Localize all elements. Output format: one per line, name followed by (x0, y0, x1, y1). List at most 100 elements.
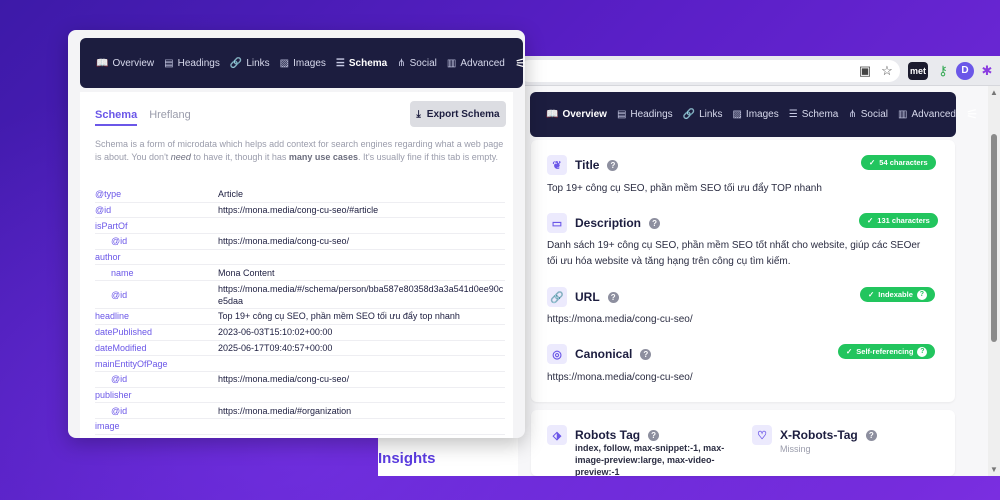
right-tab-overview[interactable]: 📖 Overview (546, 109, 607, 120)
image-icon: ▨ (732, 109, 742, 120)
right-settings-icon[interactable]: ⚟ (966, 106, 979, 123)
subtab-hreflang[interactable]: Hreflang (149, 109, 191, 126)
help-icon[interactable]: ? (916, 289, 927, 300)
table-row: @id https://mona.media/cong-cu-seo/ (95, 372, 505, 388)
table-row: author (95, 250, 505, 266)
link-icon: 🔗 (229, 57, 243, 69)
schema-subtabs: Schema Hreflang (95, 109, 191, 126)
left-nav-bar: 📖 Overview ▤ Headings 🔗 Links ▨ Images ☰ Sche… (80, 38, 525, 88)
shield-icon: ♡ (752, 425, 772, 445)
description-value-line-2: tối ưu hóa website và tăng hạng trên côn… (547, 256, 791, 267)
comment-icon: ▭ (547, 213, 567, 233)
book-icon: 📖 (96, 57, 109, 69)
right-tab-headings[interactable]: ▤ Headings (617, 109, 673, 120)
schema-description: Schema is a form of microdata which help… (95, 139, 504, 162)
help-icon[interactable]: ? (607, 159, 619, 171)
canonical-field-label: ◎ Canonical ? (547, 344, 652, 364)
scroll-up-icon[interactable]: ▲ (990, 88, 998, 97)
table-row: name Mona Content (95, 265, 505, 282)
table-row: headline Top 19+ công cụ SEO, phần mềm SE… (95, 309, 505, 325)
table-row: @id https://mona.media/#organization (95, 403, 505, 419)
x-robots-field-label: ♡ X-Robots-Tag ? (752, 425, 877, 445)
scrollbar-thumb[interactable] (991, 134, 997, 342)
url-value: https://mona.media/cong-cu-seo/ (547, 314, 693, 325)
help-icon[interactable]: ? (649, 217, 661, 229)
advanced-icon: ▥ (446, 57, 457, 69)
left-tab-headings[interactable]: ▤ Headings (164, 58, 220, 69)
reader-icon[interactable]: ▣ (856, 62, 874, 80)
book-icon: 📖 (546, 109, 559, 120)
left-tab-social[interactable]: ⋔ Social (397, 58, 437, 69)
link-icon: 🔗 (682, 109, 696, 120)
right-tab-advanced[interactable]: ▥ Advanced (898, 109, 956, 120)
left-tab-schema[interactable]: ☰ Schema (336, 58, 387, 69)
description-field-label: ▭ Description ? (547, 213, 661, 233)
robots-value-line-1: index, follow, max-snippet:-1, max- (575, 443, 725, 453)
puzzle-icon[interactable]: ✱ (978, 62, 996, 80)
table-row: @id https://mona.media/#/schema/person/bb… (95, 281, 505, 310)
canonical-badge: ✓ Self-referencing? (838, 344, 936, 359)
insights-text: Insights (378, 450, 436, 467)
star-icon[interactable]: ☆ (878, 62, 896, 80)
address-bar[interactable] (518, 60, 900, 82)
table-row: @id https://mona.media/cong-cu-seo/#artic… (95, 203, 505, 219)
right-nav-bar: 📖 Overview ▤ Headings 🔗 Links ▨ Images ☰ Sche… (530, 92, 979, 137)
doc-icon: ▤ (164, 57, 174, 69)
table-row: isPartOf (95, 218, 505, 235)
scroll-down-icon[interactable]: ▼ (990, 465, 998, 474)
right-tab-schema[interactable]: ☰ Schema (789, 109, 839, 120)
help-icon[interactable]: ? (648, 429, 660, 441)
robots-value-line-3: preview:-1 (575, 467, 620, 476)
share-icon: ⋔ (397, 57, 406, 69)
schema-body: Schema Hreflang ⤓ Export Schema Schema i… (80, 92, 513, 438)
table-row: datePublished 2023-06-03T15:10:02+00:00 (95, 325, 505, 341)
right-tab-links[interactable]: 🔗 Links (683, 109, 723, 120)
help-icon[interactable]: ? (865, 429, 877, 441)
background-page-fragment: Insights (378, 438, 518, 476)
scrollbar[interactable]: ▲ ▼ (988, 86, 1000, 476)
image-icon: ▨ (279, 57, 290, 69)
description-length-badge: ✓ 131 characters (859, 213, 938, 228)
help-icon[interactable]: ? (640, 348, 652, 360)
leaf-icon: ❦ (547, 155, 567, 175)
key-icon[interactable]: ⚷ (934, 62, 952, 80)
x-robots-value: Missing (780, 444, 811, 454)
left-tab-advanced[interactable]: ▥ Advanced (447, 58, 505, 69)
right-tab-social[interactable]: ⋔ Social (848, 109, 888, 120)
title-length-badge: ✓ 54 characters (861, 155, 936, 170)
help-icon[interactable]: ? (607, 291, 619, 303)
table-row: @id https://mona.media/cong-cu-seo/ (95, 234, 505, 250)
table-row: publisher (95, 388, 505, 404)
export-schema-button[interactable]: ⤓ Export Schema (410, 101, 506, 127)
title-field-label: ❦ Title ? (547, 155, 619, 175)
left-settings-icon[interactable]: ⚟ (515, 55, 525, 72)
schema-table: @type Article @id https://mona.media/cong-… (95, 187, 505, 435)
share-icon: ⋔ (848, 109, 857, 120)
d-extension-icon[interactable]: D (956, 62, 974, 80)
table-row: image (95, 419, 505, 435)
left-tab-overview[interactable]: 📖 Overview (96, 58, 154, 69)
right-tab-images[interactable]: ▨ Images (732, 109, 778, 120)
schema-panel: 📖 Overview ▤ Headings 🔗 Links ▨ Images ☰ Sche… (68, 30, 525, 438)
url-field-label: 🔗 URL ? (547, 287, 619, 307)
subtab-schema[interactable]: Schema (95, 109, 138, 126)
description-value-line-1: Danh sách 19+ công cụ SEO, phần mềm SEO … (547, 240, 921, 251)
many-use-cases-link[interactable]: many use cases (289, 152, 358, 162)
met-extension-icon[interactable]: met (908, 62, 928, 80)
schema-icon: ☰ (335, 57, 345, 69)
tag-icon: ⬗ (547, 425, 567, 445)
table-row: dateModified 2025-06-17T09:40:57+00:00 (95, 341, 505, 357)
left-tab-images[interactable]: ▨ Images (280, 58, 326, 69)
left-tab-links[interactable]: 🔗 Links (230, 58, 270, 69)
help-icon[interactable]: ? (917, 346, 928, 357)
canonical-value: https://mona.media/cong-cu-seo/ (547, 372, 693, 383)
indexable-badge: ✓ Indexable? (860, 287, 935, 302)
doc-icon: ▤ (616, 109, 627, 120)
target-icon: ◎ (547, 344, 567, 364)
table-row: @type Article (95, 187, 505, 203)
link-icon: 🔗 (547, 287, 567, 307)
met-label: met (909, 66, 926, 76)
title-value: Top 19+ công cụ SEO, phần mềm SEO tối ưu… (547, 183, 822, 194)
advanced-icon: ▥ (898, 109, 908, 120)
robots-value-line-2: image-preview:large, max-video- (575, 455, 715, 465)
